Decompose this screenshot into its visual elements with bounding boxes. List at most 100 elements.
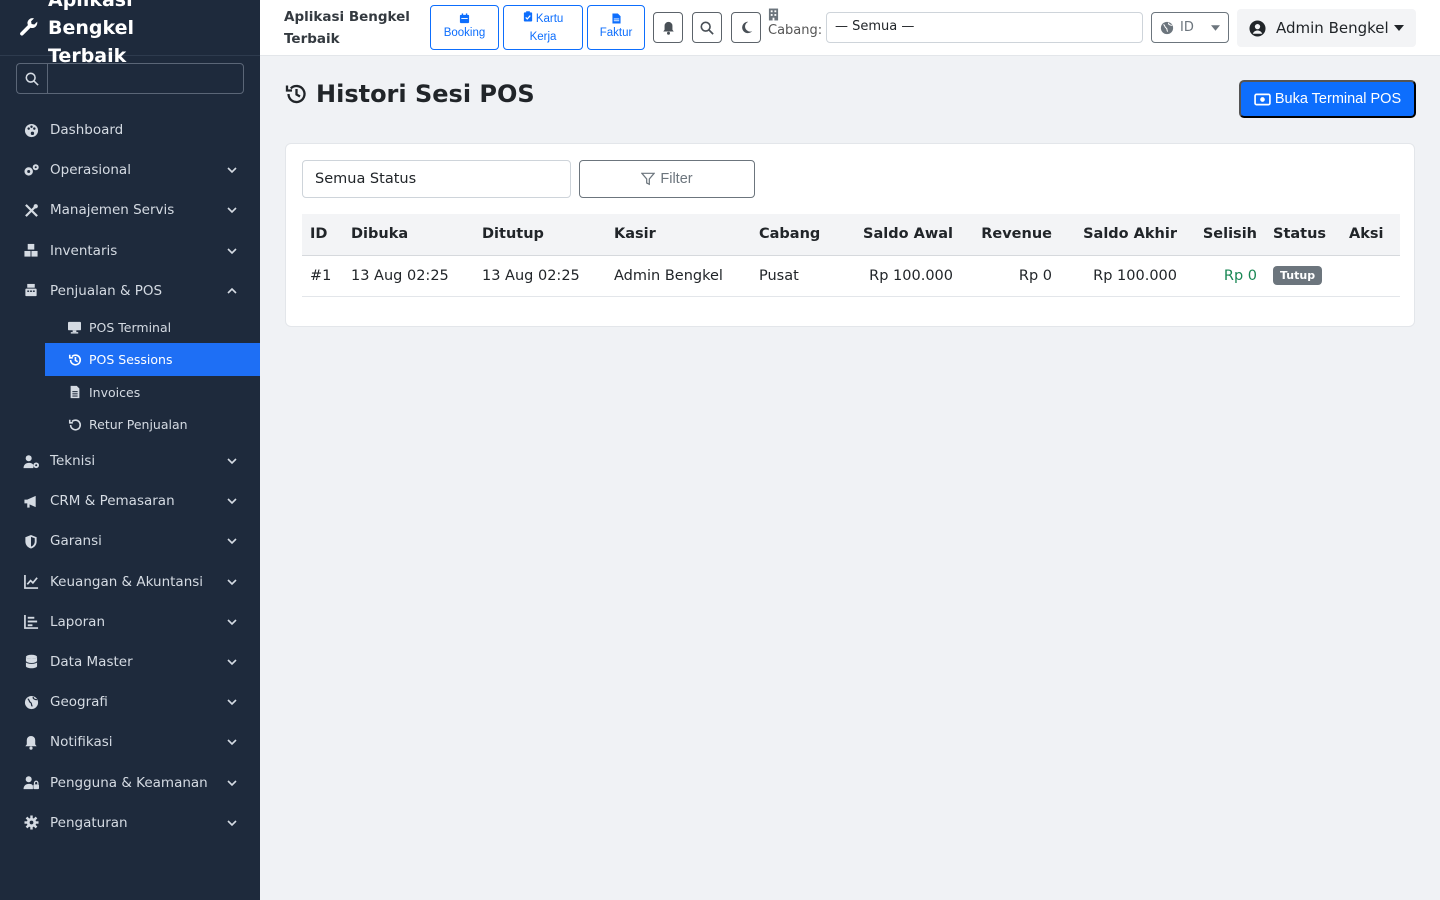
sidebar-item-teknisi[interactable]: Teknisi bbox=[0, 441, 260, 481]
col-ditutup[interactable]: Ditutup bbox=[474, 214, 606, 256]
calendar-icon bbox=[459, 13, 470, 24]
sidebar-item-pengaturan[interactable]: Pengaturan bbox=[0, 803, 260, 843]
status-badge: Tutup bbox=[1273, 266, 1323, 285]
chevron-down-icon bbox=[227, 699, 237, 706]
chevron-down-icon bbox=[227, 458, 237, 465]
sidebar-subitem-pos-sessions[interactable]: POS Sessions bbox=[45, 343, 260, 376]
shield-icon bbox=[22, 532, 40, 550]
search-button[interactable] bbox=[692, 12, 722, 43]
sidebar-item-crm-pemasaran[interactable]: CRM & Pemasaran bbox=[0, 481, 260, 521]
sidebar-item-label: Garansi bbox=[50, 533, 102, 550]
chevron-down-icon bbox=[227, 779, 237, 786]
sidebar-subitem-label: POS Sessions bbox=[89, 352, 173, 368]
user-name: Admin Bengkel bbox=[1276, 19, 1389, 37]
caret-down-icon bbox=[1211, 24, 1220, 31]
sidebar-search bbox=[16, 63, 244, 94]
filter-icon bbox=[641, 172, 656, 186]
col-id[interactable]: ID bbox=[302, 214, 343, 256]
undo-icon bbox=[67, 417, 82, 432]
filter-button[interactable]: Filter bbox=[579, 160, 755, 198]
sidebar-item-data-master[interactable]: Data Master bbox=[0, 642, 260, 682]
notifications-button[interactable] bbox=[653, 12, 683, 43]
sidebar-subitem-pos-terminal[interactable]: POS Terminal bbox=[45, 311, 260, 344]
col-revenue[interactable]: Revenue bbox=[961, 214, 1060, 256]
database-icon bbox=[22, 653, 40, 671]
sidebar-subitem-label: Retur Penjualan bbox=[89, 417, 188, 433]
col-saldo-akhir[interactable]: Saldo Akhir bbox=[1060, 214, 1185, 256]
sidebar-item-dashboard[interactable]: Dashboard bbox=[0, 110, 260, 150]
sidebar-search-input[interactable] bbox=[47, 63, 244, 94]
globe-icon bbox=[22, 693, 40, 711]
cabang-select[interactable]: — Semua — bbox=[826, 12, 1143, 43]
open-pos-terminal-button[interactable]: Buka Terminal POS bbox=[1239, 80, 1416, 118]
sidebar-item-label: Pengguna & Keamanan bbox=[50, 774, 208, 791]
cell-id: #1 bbox=[302, 255, 343, 297]
sidebar-subitem-invoices[interactable]: Invoices bbox=[45, 376, 260, 409]
table-header-row: ID Dibuka Ditutup Kasir Cabang Saldo Awa… bbox=[302, 214, 1400, 256]
status-filter-select[interactable]: Semua Status bbox=[302, 160, 571, 198]
chevron-down-icon bbox=[227, 619, 237, 625]
open-pos-label: Buka Terminal POS bbox=[1274, 91, 1402, 107]
cell-opened: 13 Aug 02:25 bbox=[343, 255, 474, 297]
sidebar: Aplikasi Bengkel Terbaik Dashboard Opera… bbox=[0, 0, 260, 900]
col-aksi: Aksi bbox=[1341, 214, 1400, 256]
tools-icon bbox=[22, 201, 40, 219]
user-gear-icon bbox=[22, 452, 40, 470]
language-value: ID bbox=[1180, 20, 1194, 35]
sidebar-item-pengguna-keamanan[interactable]: Pengguna & Keamanan bbox=[0, 762, 260, 802]
cell-revenue: Rp 0 bbox=[961, 255, 1060, 297]
sidebar-brand[interactable]: Aplikasi Bengkel Terbaik bbox=[0, 0, 260, 67]
sidebar-menu: Dashboard Operasional Manajemen Servis I… bbox=[0, 110, 260, 843]
cell-opening-balance: Rp 100.000 bbox=[851, 255, 961, 297]
sidebar-item-label: CRM & Pemasaran bbox=[50, 493, 175, 510]
file-invoice-icon bbox=[67, 385, 82, 400]
col-cabang[interactable]: Cabang bbox=[751, 214, 851, 256]
sidebar-item-inventaris[interactable]: Inventaris bbox=[0, 231, 260, 271]
user-menu-button[interactable]: Admin Bengkel bbox=[1237, 9, 1416, 47]
dark-mode-toggle[interactable] bbox=[731, 12, 761, 43]
sidebar-item-geografi[interactable]: Geografi bbox=[0, 682, 260, 722]
boxes-icon bbox=[22, 242, 40, 260]
sidebar-subitem-retur-penjualan[interactable]: Retur Penjualan bbox=[45, 408, 260, 441]
sidebar-item-garansi[interactable]: Garansi bbox=[0, 521, 260, 561]
faktur-button[interactable]: Faktur bbox=[587, 5, 645, 50]
globe-icon bbox=[1160, 21, 1174, 34]
sidebar-item-laporan[interactable]: Laporan bbox=[0, 602, 260, 642]
chart-bar-icon bbox=[22, 613, 40, 631]
cell-cashier: Admin Bengkel bbox=[606, 255, 751, 297]
booking-button[interactable]: Booking bbox=[430, 5, 499, 50]
palette-icon bbox=[22, 121, 40, 139]
page-header: Histori Sesi POS bbox=[284, 80, 535, 108]
bell-icon bbox=[22, 733, 40, 751]
col-kasir[interactable]: Kasir bbox=[606, 214, 751, 256]
chevron-up-icon bbox=[227, 287, 237, 294]
filter-label: Filter bbox=[660, 171, 693, 187]
cash-register-icon bbox=[22, 282, 40, 300]
sidebar-item-operasional[interactable]: Operasional bbox=[0, 150, 260, 190]
sidebar-item-manajemen-servis[interactable]: Manajemen Servis bbox=[0, 190, 260, 230]
chart-line-icon bbox=[22, 573, 40, 591]
history-icon bbox=[67, 352, 82, 367]
building-icon bbox=[768, 8, 779, 21]
language-select[interactable]: ID bbox=[1151, 12, 1229, 43]
sidebar-item-label: Inventaris bbox=[50, 242, 118, 259]
booking-label: Booking bbox=[443, 27, 486, 39]
topbar: Aplikasi Bengkel Terbaik Booking Kartu K… bbox=[260, 0, 1440, 56]
col-status[interactable]: Status bbox=[1265, 214, 1341, 256]
sidebar-item-notifikasi[interactable]: Notifikasi bbox=[0, 722, 260, 762]
topbar-title: Aplikasi Bengkel Terbaik bbox=[284, 9, 410, 47]
col-saldo-awal[interactable]: Saldo Awal bbox=[851, 214, 961, 256]
sidebar-item-label: Notifikasi bbox=[50, 734, 113, 751]
chevron-down-icon bbox=[227, 659, 237, 666]
kartu-kerja-button[interactable]: Kartu Kerja bbox=[503, 5, 583, 50]
col-dibuka[interactable]: Dibuka bbox=[343, 214, 474, 256]
sidebar-item-penjualan-pos[interactable]: Penjualan & POS bbox=[0, 271, 260, 311]
chevron-down-icon bbox=[227, 739, 237, 746]
sidebar-item-keuangan-akuntansi[interactable]: Keuangan & Akuntansi bbox=[0, 562, 260, 602]
chevron-down-icon bbox=[227, 498, 237, 505]
page-title: Histori Sesi POS bbox=[316, 80, 535, 108]
col-selisih[interactable]: Selisih bbox=[1185, 214, 1265, 256]
table-row[interactable]: #1 13 Aug 02:25 13 Aug 02:25 Admin Bengk… bbox=[302, 255, 1400, 297]
sidebar-item-label: Dashboard bbox=[50, 122, 124, 139]
cabang-label: Cabang: bbox=[768, 23, 823, 38]
